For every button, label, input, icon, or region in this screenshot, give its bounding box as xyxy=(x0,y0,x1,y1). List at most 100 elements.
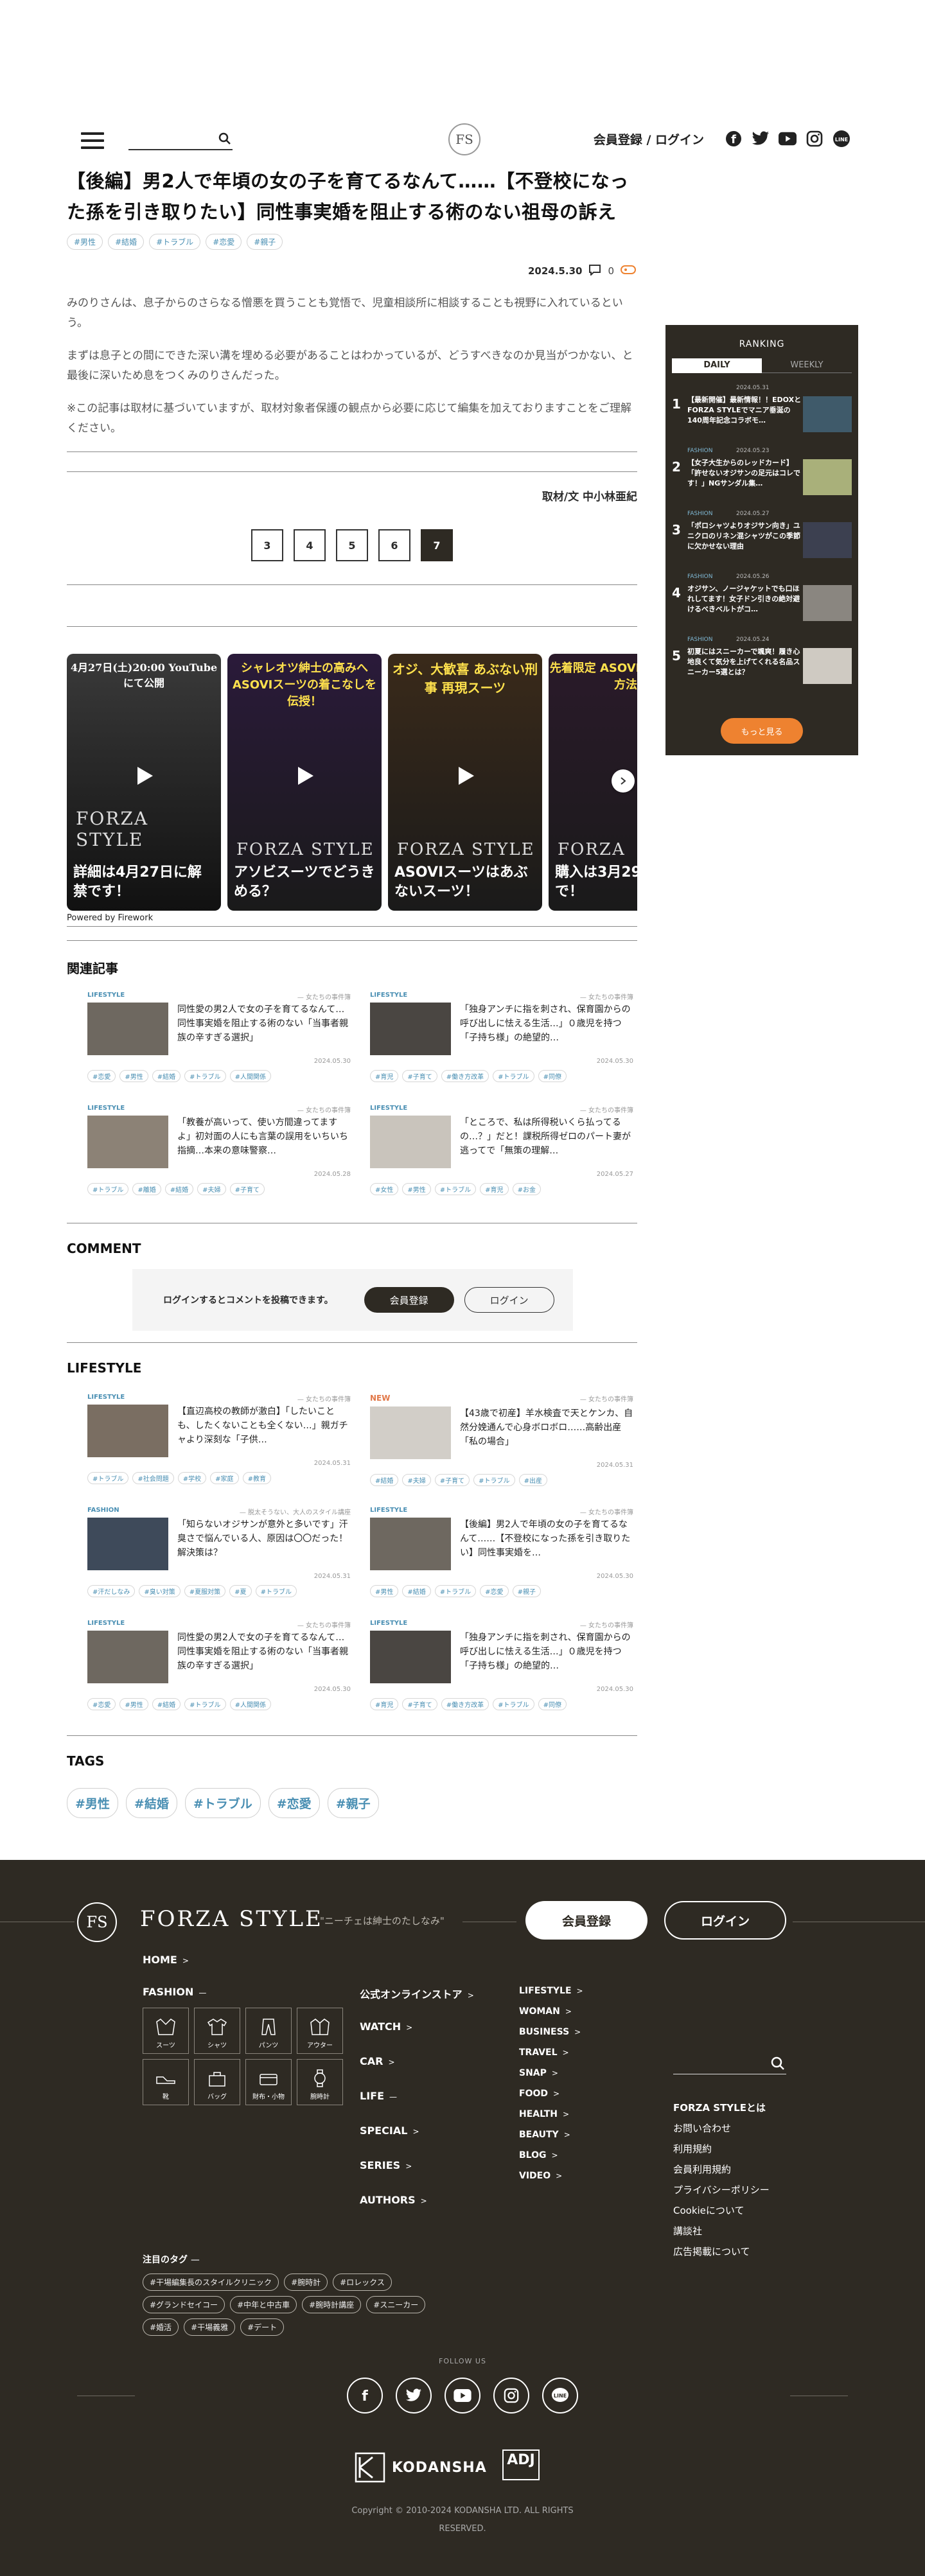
tag-pill[interactable]: #中年と中古車 xyxy=(230,2296,297,2313)
youtube-icon[interactable] xyxy=(445,2378,480,2414)
tag-pill[interactable]: #男性 xyxy=(67,234,103,250)
tag-pill[interactable]: #トラブル xyxy=(184,1070,226,1082)
tag-pill[interactable]: #子育て xyxy=(434,1474,470,1486)
tag-pill[interactable]: #デート xyxy=(240,2318,285,2336)
tag-pill[interactable]: #親子 xyxy=(512,1585,541,1597)
list-item[interactable]: NEW — 女たちの事件簿 【43歳で初産】羊水検査で天とケンカ、自然分娩通んで… xyxy=(370,1394,633,1507)
tag-pill[interactable]: #夏服対策 xyxy=(184,1585,226,1597)
play-icon[interactable] xyxy=(452,763,478,789)
twitter-icon[interactable] xyxy=(752,130,770,148)
tag-pill[interactable]: #同僚 xyxy=(538,1070,567,1082)
footer-nav-fashion[interactable]: FASHION — xyxy=(143,1986,206,1998)
twitter-icon[interactable] xyxy=(396,2378,432,2414)
ranking-item[interactable]: 2 FASHION 2024.05.23 【女子大生からのレッドカード】「許せな… xyxy=(672,436,852,499)
footer-login-button[interactable]: ログイン xyxy=(664,1901,786,1940)
tag-pill[interactable]: #同僚 xyxy=(538,1698,567,1710)
tag-pill[interactable]: #夫婦 xyxy=(197,1183,226,1195)
facebook-icon[interactable]: f xyxy=(347,2378,383,2414)
instagram-icon[interactable] xyxy=(493,2378,529,2414)
line-icon[interactable]: LINE xyxy=(833,130,850,148)
play-icon[interactable] xyxy=(292,763,317,789)
comment-icon[interactable] xyxy=(588,264,601,278)
tag-pill[interactable]: #結婚 xyxy=(108,234,145,250)
ranking-item[interactable]: 5 FASHION 2024.05.24 初夏にはスニーカーで颯爽！履き心地良く… xyxy=(672,625,852,688)
page-link[interactable]: 3 xyxy=(251,529,283,561)
tag-pill[interactable]: #結婚 xyxy=(152,1070,181,1082)
tag-pill[interactable]: #結婚 xyxy=(370,1474,399,1486)
adj-logo[interactable]: ADJ xyxy=(502,2449,540,2480)
footer-register-button[interactable]: 会員登録 xyxy=(525,1901,648,1940)
line-icon[interactable]: LINE xyxy=(542,2378,578,2414)
tag-pill[interactable]: #働き方改革 xyxy=(441,1698,489,1710)
tag-pill[interactable]: #恋愛 xyxy=(206,234,242,250)
tag-pill[interactable]: #育児 xyxy=(370,1070,399,1082)
login-button[interactable]: ログイン xyxy=(464,1287,554,1313)
tag-pill[interactable]: #人間関係 xyxy=(229,1698,271,1710)
instagram-icon[interactable] xyxy=(806,130,824,148)
kodansha-logo[interactable]: KODANSHA xyxy=(355,2452,487,2483)
tag-pill[interactable]: #グランドセイコー xyxy=(143,2296,225,2313)
tag-pill[interactable]: #結婚 xyxy=(152,1698,181,1710)
search-icon[interactable] xyxy=(771,2056,785,2073)
tag-pill[interactable]: #恋愛 xyxy=(480,1585,509,1597)
footer-nav-authors[interactable]: AUTHORS > xyxy=(360,2194,427,2206)
footer-nav-series[interactable]: SERIES > xyxy=(360,2159,412,2171)
tag-pill[interactable]: #恋愛 xyxy=(87,1698,116,1710)
list-item[interactable]: LIFESTYLE — 女たちの事件簿 「独身アンチに指を刺され、保育園からの呼… xyxy=(370,992,633,1105)
footer-nav-home[interactable]: HOME > xyxy=(143,1954,189,1966)
tag-pill[interactable]: #臭い対策 xyxy=(139,1585,181,1597)
list-item[interactable]: LIFESTYLE — 女たちの事件簿 「教養が高いって、使い方間違ってますよ」… xyxy=(87,1105,351,1218)
tag-pill[interactable]: #結婚 xyxy=(402,1585,431,1597)
tag-pill[interactable]: #子育て xyxy=(229,1183,265,1195)
footer-nav-business[interactable]: BUSINESS > xyxy=(519,2027,581,2037)
tag-pill[interactable]: #男性 xyxy=(119,1070,148,1082)
tag-pill[interactable]: #教育 xyxy=(242,1472,271,1484)
tag-pill[interactable]: #トラブル xyxy=(87,1183,129,1195)
tag-pill[interactable]: #トラブル xyxy=(493,1070,534,1082)
tag-pill[interactable]: #腕時計講座 xyxy=(302,2296,362,2313)
footer-link[interactable]: 会員利用規約 xyxy=(673,2159,770,2180)
list-item[interactable]: LIFESTYLE — 女たちの事件簿 【直辺高校の教師が激白】「したいことも、… xyxy=(87,1394,351,1507)
tag-pill[interactable]: #トラブル xyxy=(434,1183,477,1195)
play-icon[interactable] xyxy=(131,763,157,789)
tag-pill[interactable]: #トラブル xyxy=(184,1698,226,1710)
menu-icon[interactable] xyxy=(81,132,104,149)
tag-pill[interactable]: #恋愛 xyxy=(268,1788,320,1818)
page-link[interactable]: 4 xyxy=(294,529,326,561)
tag-pill[interactable]: #男性 xyxy=(402,1183,431,1195)
category-bags[interactable]: バッグ xyxy=(194,2059,240,2105)
footer-nav-woman[interactable]: WOMAN > xyxy=(519,2006,572,2017)
footer-nav-video[interactable]: VIDEO > xyxy=(519,2171,562,2181)
tag-pill[interactable]: #トラブル xyxy=(473,1474,515,1486)
list-item[interactable]: LIFESTYLE — 女たちの事件簿 【後編】男2人で年頃の女の子を育てるなん… xyxy=(370,1507,633,1620)
footer-link[interactable]: お問い合わせ xyxy=(673,2118,770,2139)
tag-pill[interactable]: #干場編集長のスタイルクリニック xyxy=(143,2274,279,2291)
tag-pill[interactable]: #トラブル xyxy=(255,1585,297,1597)
tag-pill[interactable]: #家庭 xyxy=(210,1472,239,1484)
footer-nav-snap[interactable]: SNAP > xyxy=(519,2068,558,2078)
footer-nav-lifestyle[interactable]: LIFESTYLE > xyxy=(519,1986,583,1996)
list-item[interactable]: LIFESTYLE — 女たちの事件簿 同性愛の男2人で女の子を育てるなんて…同… xyxy=(87,1620,351,1733)
tag-pill[interactable]: #社会問題 xyxy=(132,1472,174,1484)
footer-nav-store[interactable]: 公式オンラインストア > xyxy=(360,1986,474,2001)
footer-nav-watch[interactable]: WATCH > xyxy=(360,2020,412,2033)
footer-link[interactable]: 広告掲載について xyxy=(673,2241,770,2262)
video-card[interactable]: シャレオツ紳士の高みへ ASOVIスーツの着こなしを伝授！ FORZA STYL… xyxy=(227,654,382,911)
member-login-link[interactable]: 会員登録 / ログイン xyxy=(594,130,704,148)
tag-pill[interactable]: #男性 xyxy=(370,1585,399,1597)
tab-daily[interactable]: DAILY xyxy=(672,358,762,373)
tag-pill[interactable]: #男性 xyxy=(119,1698,148,1710)
tag-pill[interactable]: #トラブル xyxy=(87,1472,129,1484)
page-link[interactable]: 5 xyxy=(336,529,368,561)
tag-pill[interactable]: #腕時計 xyxy=(284,2274,328,2291)
category-wallets[interactable]: 財布・小物 xyxy=(245,2059,292,2105)
tag-pill[interactable]: #人間関係 xyxy=(229,1070,271,1082)
tag-pill[interactable]: #離婚 xyxy=(132,1183,161,1195)
tag-pill[interactable]: #トラブル xyxy=(434,1585,477,1597)
tag-pill[interactable]: #男性 xyxy=(67,1788,118,1818)
tag-pill[interactable]: #子育て xyxy=(402,1698,437,1710)
more-button[interactable]: もっと見る xyxy=(721,718,803,744)
tag-pill[interactable]: #出産 xyxy=(518,1474,547,1486)
footer-nav-life[interactable]: LIFE — xyxy=(360,2090,397,2102)
chevron-right-icon[interactable] xyxy=(612,769,635,793)
